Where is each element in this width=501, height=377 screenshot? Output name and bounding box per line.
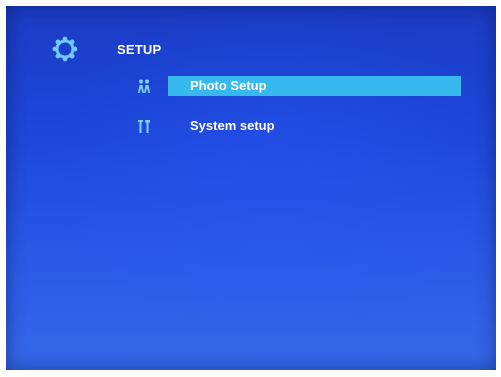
tools-icon [138, 120, 150, 133]
menu-item-system-setup[interactable]: System setup [136, 116, 461, 136]
people-icon [138, 79, 150, 93]
page-title: SETUP [117, 42, 162, 57]
gear-icon [52, 36, 78, 62]
menu-item-photo-setup[interactable]: Photo Setup [136, 76, 461, 96]
menu-item-label: Photo Setup [190, 78, 267, 93]
setup-screen: SETUP Photo Setup System setup [6, 6, 496, 370]
menu-item-label: System setup [190, 118, 275, 133]
